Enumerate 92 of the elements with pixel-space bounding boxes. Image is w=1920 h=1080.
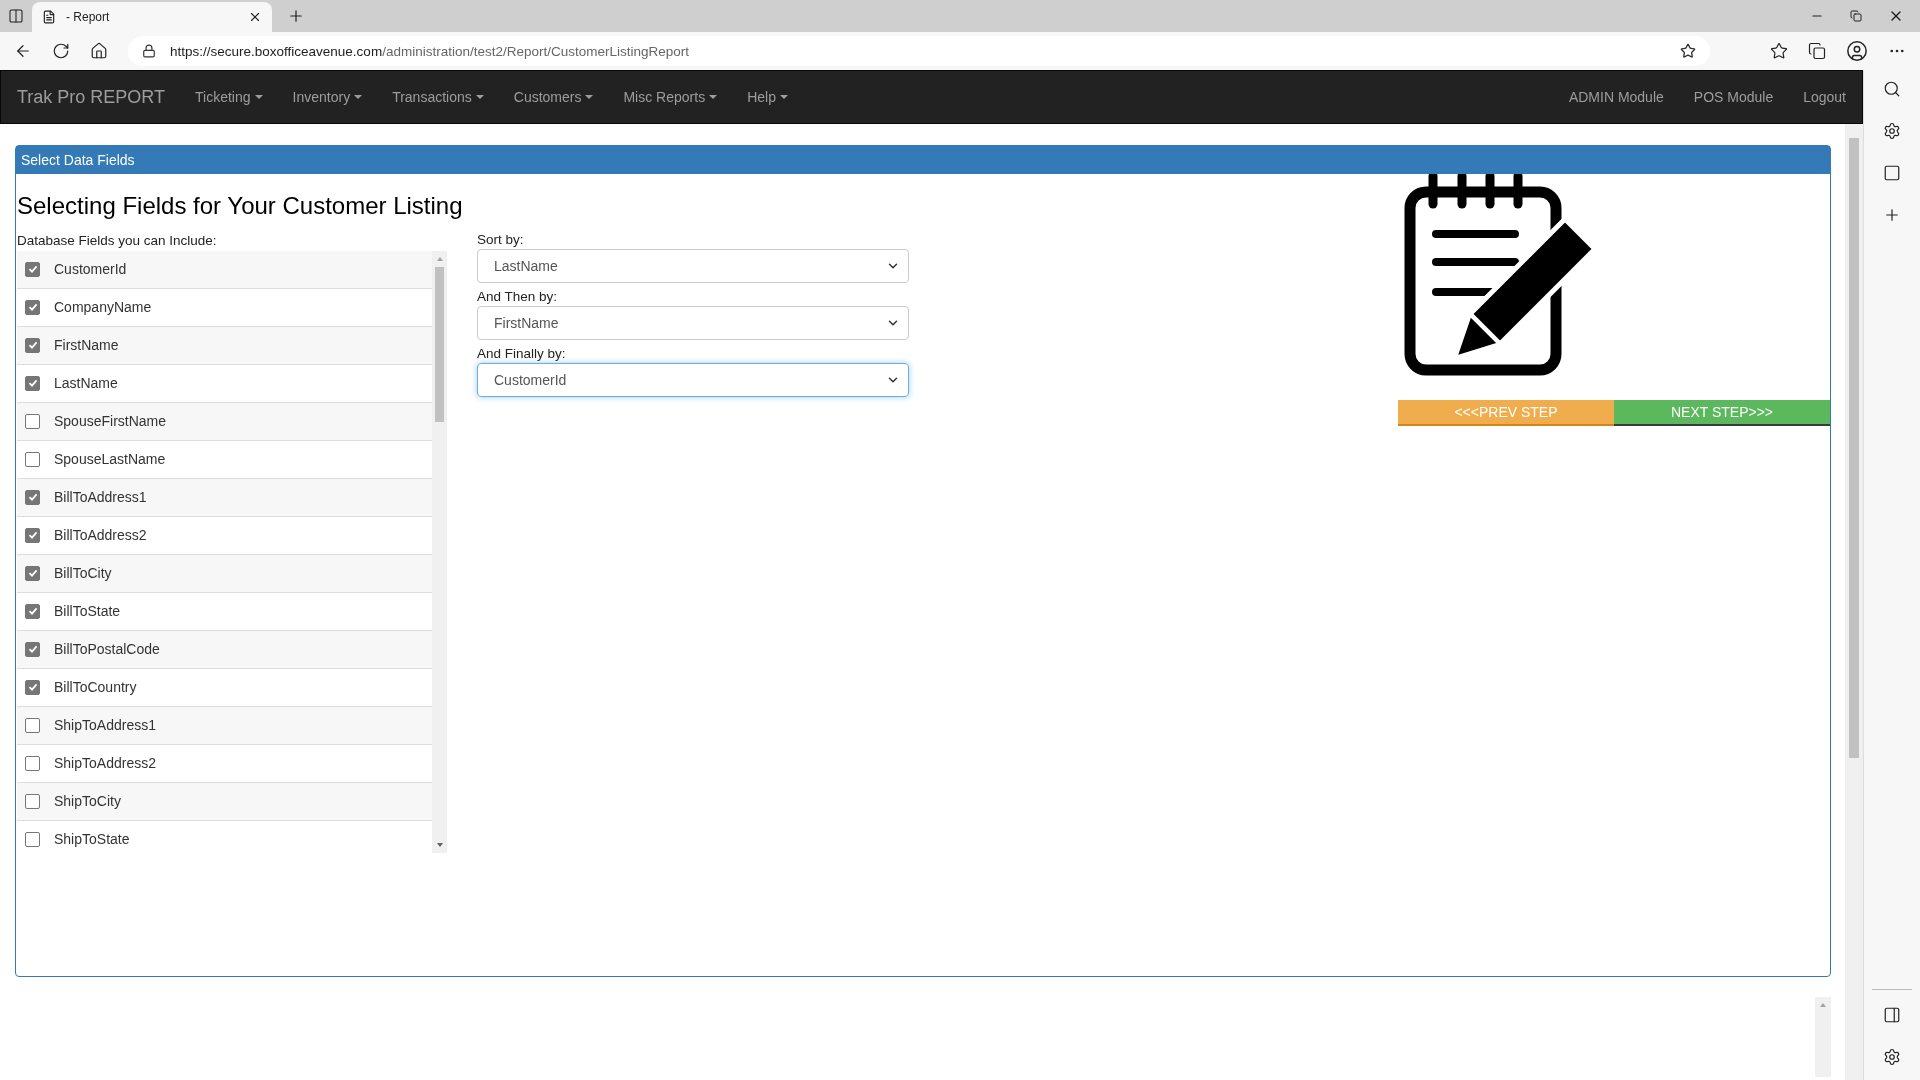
checkbox[interactable] (25, 413, 40, 429)
nav-menu[interactable]: Transactions (392, 89, 484, 105)
field-name: BillToPostalCode (54, 641, 160, 658)
nav-menu[interactable]: Help (747, 89, 788, 105)
checkbox[interactable] (25, 451, 40, 467)
field-name: ShipToAddress2 (54, 755, 156, 772)
sort-label: And Finally by: (477, 346, 567, 361)
nav-menu[interactable]: Ticketing (195, 89, 263, 105)
checkbox[interactable] (25, 565, 40, 581)
field-name: BillToAddress2 (54, 527, 147, 544)
nav-link[interactable]: ADMIN Module (1568, 89, 1664, 105)
checkbox[interactable] (25, 527, 40, 543)
check-icon (27, 492, 38, 503)
field-name: CustomerId (54, 261, 127, 278)
fields-label: Database Fields you can Include: (17, 232, 218, 248)
sort-label: And Then by: (477, 289, 559, 304)
collections-icon[interactable] (1808, 42, 1826, 60)
check-icon (27, 378, 38, 389)
restore-icon (1850, 10, 1862, 22)
checkbox[interactable] (25, 375, 40, 391)
nav-link[interactable]: Logout (1803, 89, 1846, 105)
nav-link[interactable]: POS Module (1693, 89, 1774, 105)
field-name: SpouseLastName (54, 451, 166, 468)
scrollbar[interactable] (1815, 997, 1831, 1077)
checkbox[interactable] (25, 679, 40, 695)
url-text: https://secure.boxofficeavenue.com/administration/test2/Report/CustomerListingReport (170, 43, 689, 59)
field-row[interactable]: BillToPostalCode (17, 630, 432, 669)
field-name: BillToState (54, 603, 121, 620)
checkbox[interactable] (25, 299, 40, 315)
add-icon[interactable] (1883, 206, 1901, 224)
checkbox[interactable] (25, 603, 40, 619)
check-icon (27, 644, 38, 655)
check-icon (27, 340, 38, 351)
field-row[interactable]: CustomerId (17, 250, 432, 289)
field-row[interactable]: BillToCity (17, 554, 432, 593)
page-title: Selecting Fields for Your Customer Listing (17, 192, 463, 221)
field-name: ShipToState (54, 831, 130, 848)
home-icon[interactable] (90, 42, 108, 60)
field-name: ShipToCity (54, 793, 121, 810)
field-name: ShipToAddress1 (54, 717, 156, 734)
checkbox[interactable] (25, 717, 40, 733)
sort-label: Sort by: (477, 232, 525, 247)
checkbox[interactable] (25, 337, 40, 353)
panel-header: Select Data Fields (16, 146, 1830, 174)
field-row[interactable]: BillToAddress1 (17, 478, 432, 517)
star-icon (1680, 43, 1696, 59)
check-icon (27, 606, 38, 617)
field-row[interactable]: ShipToCity (17, 782, 432, 821)
checkbox[interactable] (25, 261, 40, 277)
field-row[interactable]: ShipToAddress1 (17, 706, 432, 745)
profile-icon[interactable] (1846, 40, 1868, 62)
lock-icon (142, 44, 156, 58)
checkbox[interactable] (25, 489, 40, 505)
check-icon (27, 682, 38, 693)
reload-icon[interactable] (52, 42, 70, 60)
nav-menu[interactable]: Customers (513, 89, 594, 105)
page-icon (42, 10, 56, 24)
sort-select[interactable]: LastName (477, 249, 909, 283)
check-icon (27, 264, 38, 275)
brand[interactable]: Trak Pro REPORT (17, 86, 166, 108)
sidebar-icon[interactable] (8, 8, 24, 24)
field-row[interactable]: FirstName (17, 326, 432, 365)
back-icon[interactable] (14, 42, 32, 60)
checkbox[interactable] (25, 793, 40, 809)
panel-icon[interactable] (1883, 1006, 1901, 1024)
checkbox[interactable] (25, 755, 40, 771)
sort-select[interactable]: CustomerId (477, 363, 909, 397)
scrollbar[interactable] (1845, 124, 1863, 1080)
scrollbar[interactable] (432, 250, 447, 853)
field-name: BillToCity (54, 565, 112, 582)
sort-select[interactable]: FirstName (477, 306, 909, 340)
field-name: SpouseFirstName (54, 413, 167, 430)
checkbox[interactable] (25, 831, 40, 847)
check-icon (27, 302, 38, 313)
check-icon (27, 530, 38, 541)
settings-icon[interactable] (1883, 1048, 1901, 1066)
nav-menu[interactable]: Inventory (292, 89, 363, 105)
close-icon (248, 10, 262, 24)
search-icon[interactable] (1883, 80, 1901, 98)
tab-title: - Report (66, 10, 111, 24)
nav-menu[interactable]: Misc Reports (623, 89, 718, 105)
field-row[interactable]: SpouseFirstName (17, 402, 432, 441)
address-bar[interactable]: https://secure.boxofficeavenue.com/administration/test2/Report/CustomerListingReport (128, 36, 1710, 66)
field-name: BillToAddress1 (54, 489, 147, 506)
favorites-icon[interactable] (1770, 42, 1788, 60)
browser-tab[interactable]: - Report (32, 2, 272, 32)
field-name: FirstName (54, 337, 119, 354)
field-name: CompanyName (54, 299, 152, 316)
field-name: LastName (54, 375, 118, 392)
check-icon (27, 568, 38, 579)
checkbox[interactable] (25, 641, 40, 657)
field-name: BillToCountry (54, 679, 137, 696)
